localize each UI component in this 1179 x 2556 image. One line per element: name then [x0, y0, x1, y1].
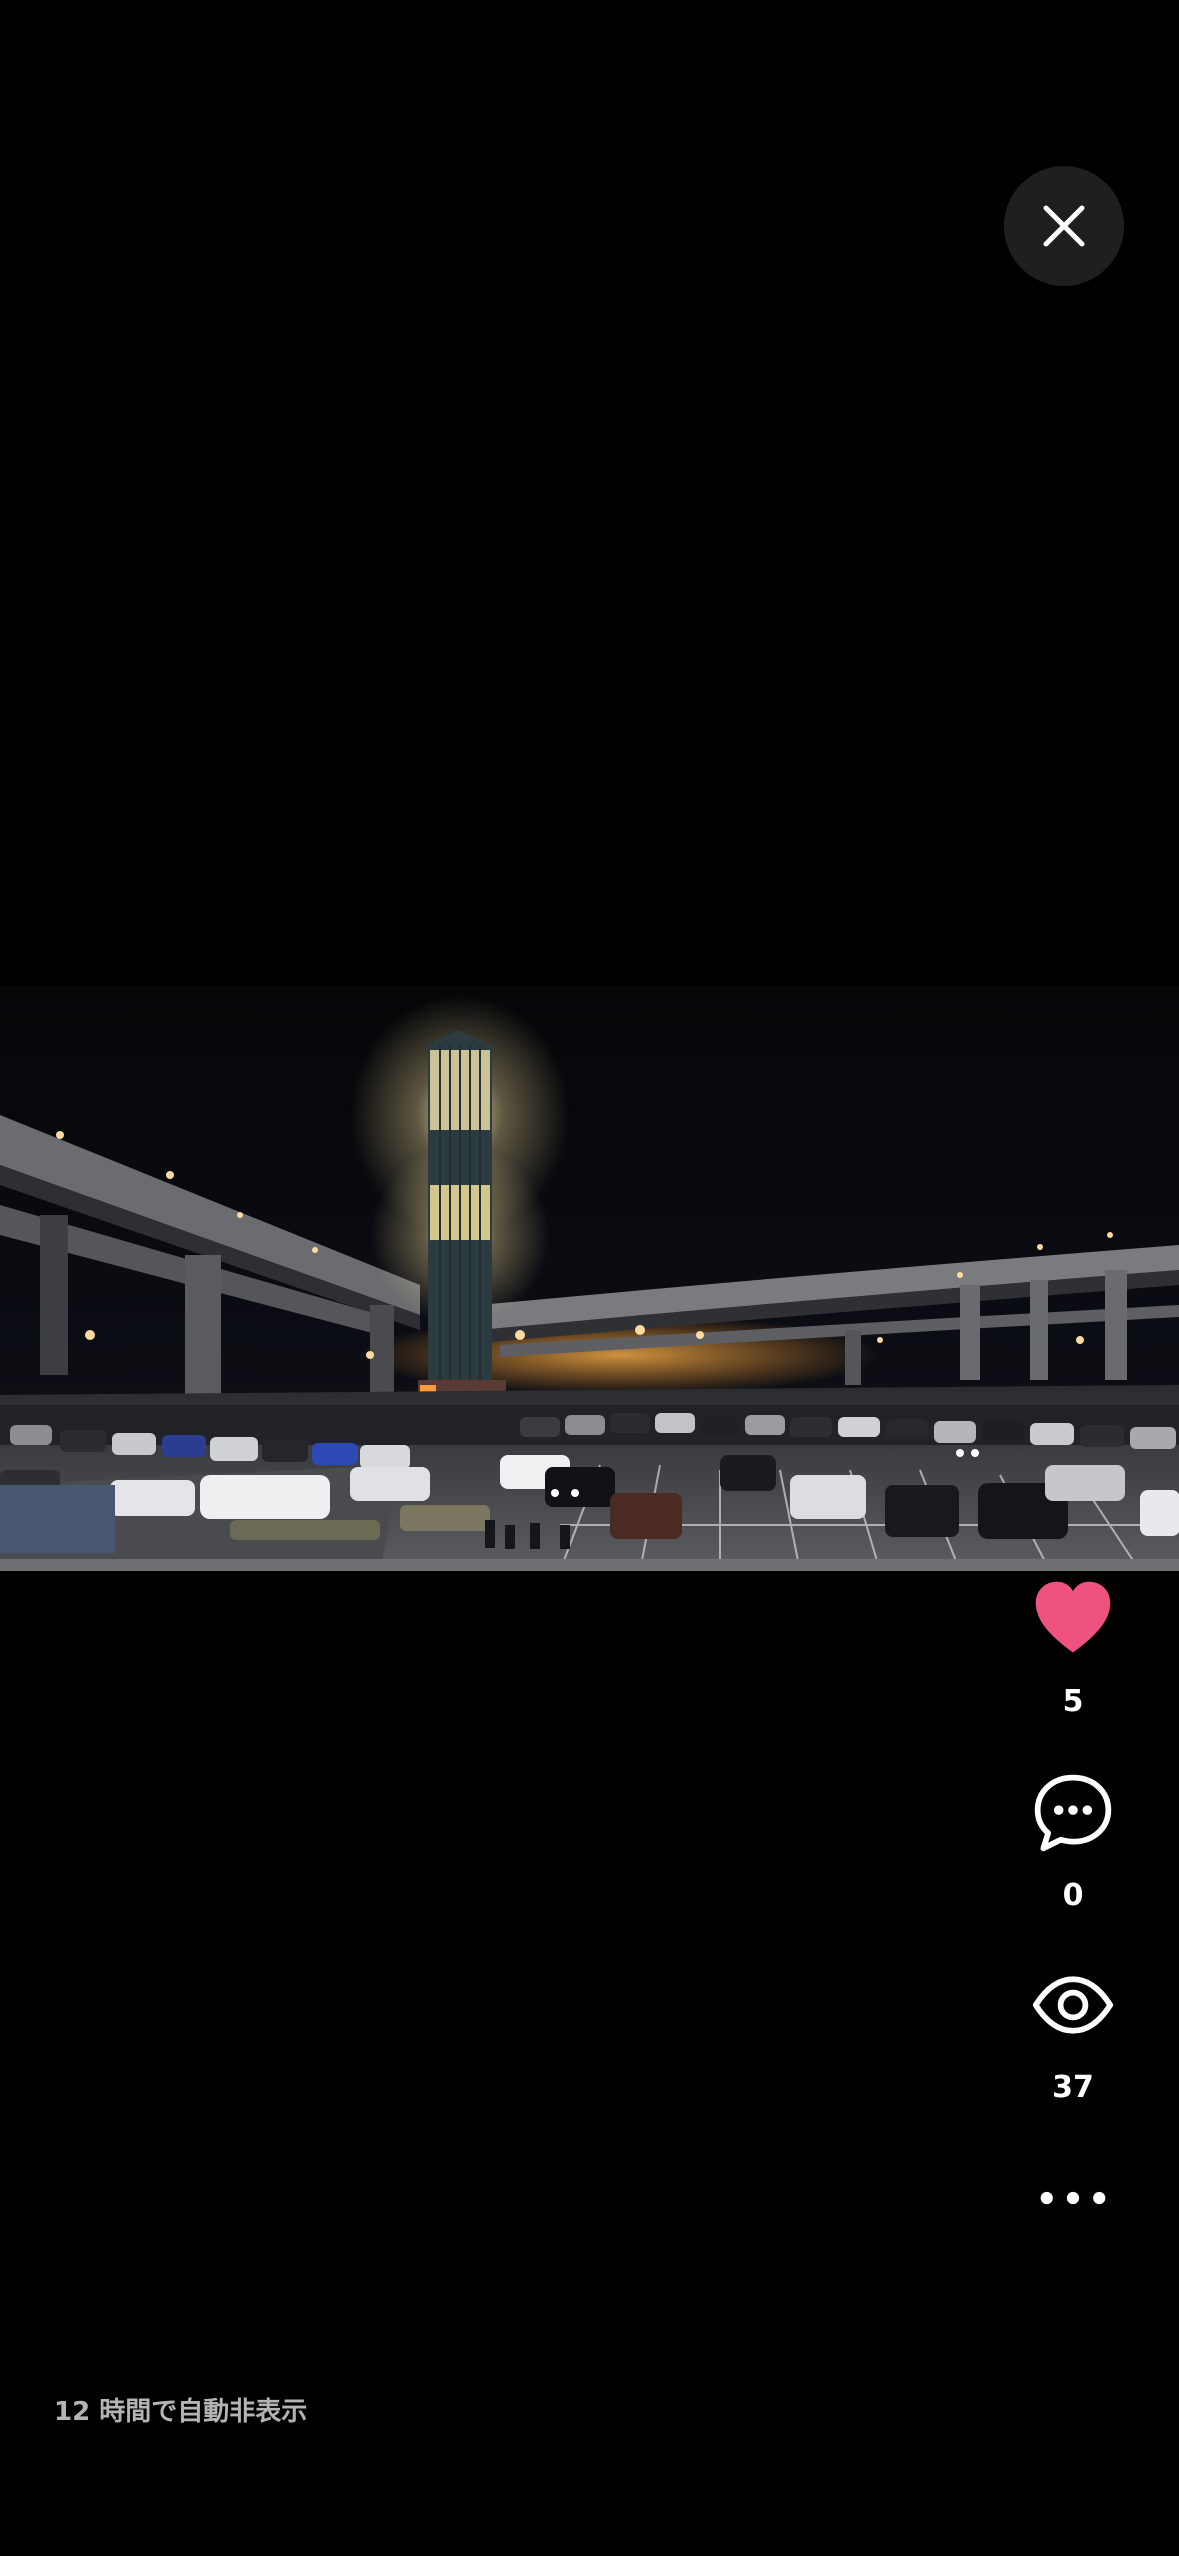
- comment-button[interactable]: 0: [1010, 1768, 1136, 1914]
- comment-bubble-icon: [1028, 1768, 1118, 1858]
- views-indicator[interactable]: 37: [1010, 1960, 1136, 2106]
- view-count: 37: [1052, 2070, 1094, 2105]
- like-count: 5: [1062, 1684, 1084, 1719]
- eye-icon: [1028, 1960, 1118, 2050]
- like-button[interactable]: 5: [1010, 1574, 1136, 1720]
- comment-count: 0: [1062, 1878, 1084, 1913]
- story-photo: [0, 985, 1179, 1571]
- more-dots-icon: [1040, 2191, 1106, 2205]
- more-button[interactable]: [1010, 2168, 1136, 2228]
- heart-icon: [1028, 1574, 1118, 1664]
- close-button[interactable]: [1004, 166, 1124, 286]
- close-icon: [1043, 205, 1085, 247]
- auto-hide-notice: 12 時間で自動非表示: [54, 2397, 308, 2427]
